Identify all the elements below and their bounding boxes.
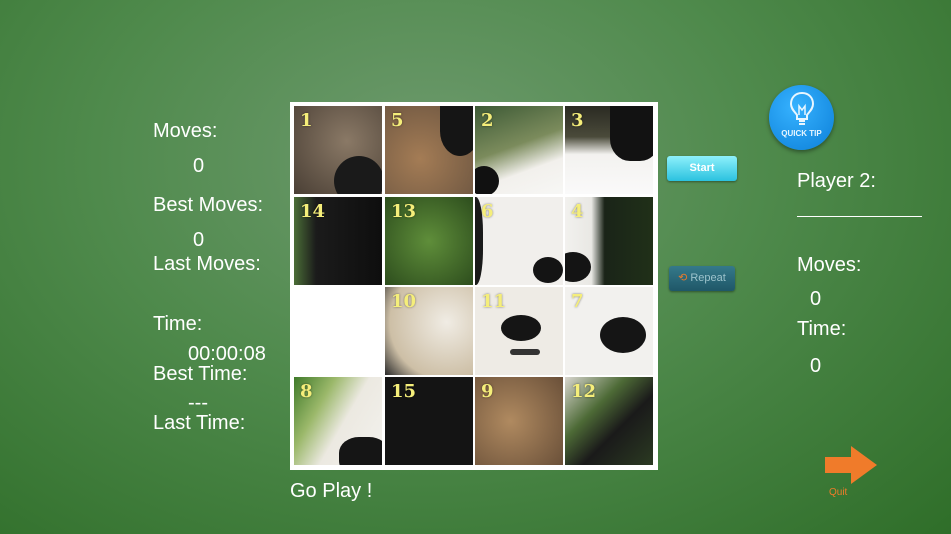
moves-label: Moves: [153, 120, 218, 142]
puzzle-tile[interactable]: 9 [475, 377, 563, 465]
status-text: Go Play ! [290, 480, 373, 502]
puzzle-tile[interactable]: 7 [565, 287, 653, 375]
puzzle-tile[interactable]: 15 [385, 377, 473, 465]
best-time-label: Best Time: [153, 363, 248, 385]
puzzle-tile[interactable]: 2 [475, 106, 563, 194]
arrow-right-icon[interactable] [823, 444, 879, 486]
puzzle-tile[interactable]: 14 [294, 197, 382, 285]
player-moves-label: Moves: [797, 254, 862, 276]
repeat-button[interactable]: ⟲ Repeat [669, 266, 735, 291]
puzzle-tile[interactable]: 11 [475, 287, 563, 375]
start-button[interactable]: Start [667, 156, 737, 181]
puzzle-tile[interactable]: 4 [565, 197, 653, 285]
best-moves-label: Best Moves: [153, 194, 264, 216]
tile-number: 6 [481, 201, 494, 222]
last-moves-label: Last Moves: [153, 253, 261, 275]
best-moves-value: 0 [193, 229, 205, 251]
repeat-label: Repeat [690, 272, 726, 284]
tile-number: 1 [300, 110, 313, 131]
time-label: Time: [153, 313, 203, 335]
tile-number: 12 [571, 381, 597, 402]
puzzle-tile[interactable]: 12 [565, 377, 653, 465]
empty-tile[interactable] [294, 287, 382, 375]
puzzle-tile[interactable]: 10 [385, 287, 473, 375]
tile-number: 10 [391, 291, 417, 312]
puzzle-tile[interactable]: 1 [294, 106, 382, 194]
player-time-label: Time: [797, 318, 847, 340]
player-time-value: 0 [810, 355, 822, 377]
last-time-label: Last Time: [153, 412, 246, 434]
quit-button[interactable]: Quit [829, 487, 847, 498]
lightbulb-icon [789, 91, 815, 125]
puzzle-board: 1 5 2 3 14 13 6 4 10 11 7 8 15 9 12 [290, 102, 658, 470]
quick-tip-button[interactable]: QUICK TIP [769, 85, 834, 150]
tile-number: 15 [391, 381, 417, 402]
player-label: Player 2: [797, 170, 876, 192]
repeat-icon: ⟲ [678, 272, 688, 284]
player-name-line [797, 216, 922, 217]
tile-number: 7 [571, 291, 584, 312]
player-moves-value: 0 [810, 288, 822, 310]
puzzle-tile[interactable]: 8 [294, 377, 382, 465]
puzzle-tile[interactable]: 6 [475, 197, 563, 285]
moves-value: 0 [193, 155, 205, 177]
tile-number: 11 [481, 291, 507, 312]
tile-number: 13 [391, 201, 417, 222]
puzzle-tile[interactable]: 13 [385, 197, 473, 285]
tile-number: 14 [300, 201, 326, 222]
puzzle-tile[interactable]: 5 [385, 106, 473, 194]
tile-number: 3 [571, 110, 584, 131]
quick-tip-label: QUICK TIP [781, 129, 822, 138]
puzzle-tile[interactable]: 3 [565, 106, 653, 194]
tile-number: 9 [481, 381, 494, 402]
tile-number: 8 [300, 381, 313, 402]
tile-number: 5 [391, 110, 404, 131]
tile-number: 4 [571, 201, 584, 222]
tile-number: 2 [481, 110, 494, 131]
